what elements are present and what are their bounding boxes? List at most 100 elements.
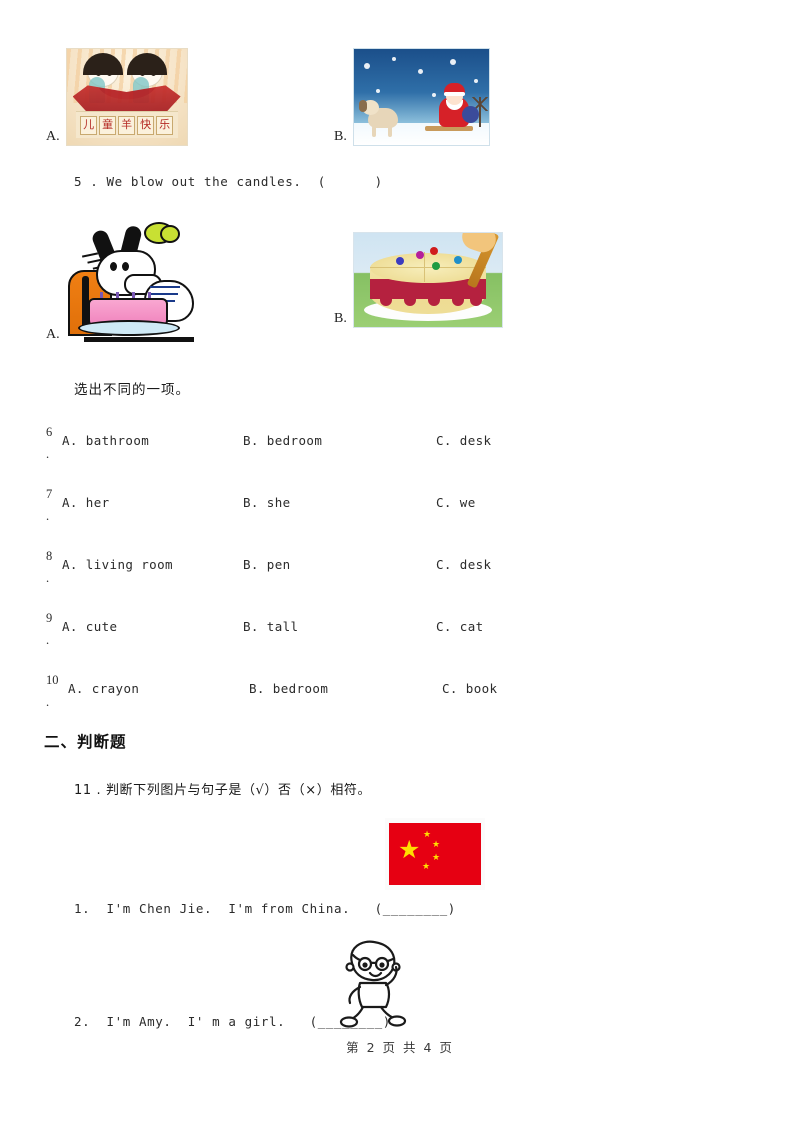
mc-option-a[interactable]: A. bathroom — [62, 433, 149, 448]
mc-row-10[interactable]: 10 . A. crayon B. bedroom C. book — [0, 673, 800, 709]
goofy-eye-left — [109, 262, 117, 271]
worksheet-page: A. 儿 童 羊 快 乐 B. 5 . We blow out the cand… — [0, 0, 800, 1132]
china-flag-image: ★ ★ ★ ★ ★ — [385, 818, 485, 890]
option-b-label: B. — [334, 311, 347, 326]
question11-text: 11 . 判断下列图片与句子是（√）否（×）相符。 — [74, 783, 372, 798]
mc-option-a[interactable]: A. cute — [62, 619, 117, 634]
question5-text: 5 . We blow out the candles. ( ) — [74, 174, 383, 189]
snowflake — [391, 57, 396, 61]
icing-drip — [451, 294, 464, 306]
question5-option-a[interactable]: A. — [46, 220, 196, 342]
motion-lines — [81, 252, 98, 258]
cake-being-cut-image — [352, 232, 503, 328]
card-glyph-4: 快 — [137, 115, 155, 135]
question4-option-b[interactable]: B. — [334, 48, 490, 146]
question-number: 8 — [46, 549, 53, 563]
mc-option-b[interactable]: B. she — [243, 495, 291, 510]
snowflake — [363, 63, 370, 69]
cake-berry — [395, 257, 404, 265]
question-number: 6 — [46, 425, 53, 439]
mc-option-c[interactable]: C. desk — [436, 433, 491, 448]
section-two-heading: 二、判断题 — [44, 733, 127, 751]
card-character-banner: 儿 童 羊 快 乐 — [75, 111, 178, 138]
dog-leg — [387, 126, 392, 137]
mc-option-b[interactable]: B. bedroom — [243, 433, 322, 448]
boy-pupil-left — [362, 962, 368, 968]
question-dot: . — [46, 695, 50, 709]
snowflake — [431, 93, 436, 97]
cut-line — [369, 267, 486, 268]
judge-item-1-sentence: 1. I'm Chen Jie. I'm from China. (______… — [74, 901, 456, 916]
page-footer: 第 2 页 共 4 页 — [346, 1040, 454, 1055]
mc-option-b[interactable]: B. tall — [243, 619, 298, 634]
flag-star-small: ★ — [423, 830, 432, 840]
cut-line — [423, 252, 425, 282]
card-glyph-2: 童 — [99, 115, 117, 135]
card-glyph-5: 乐 — [156, 115, 174, 135]
mc-row-7[interactable]: 7 . A. her B. she C. we — [0, 487, 800, 523]
flag-star-small: ★ — [422, 862, 431, 872]
mc-option-c[interactable]: C. book — [442, 681, 497, 696]
winter-tree — [469, 97, 489, 127]
card-glyph-3: 羊 — [118, 115, 136, 135]
boy-ear-left — [345, 962, 355, 972]
question-dot: . — [46, 633, 50, 647]
goofy-eye-right — [121, 262, 129, 271]
flag-star-large: ★ — [398, 835, 421, 864]
santa-sack — [461, 106, 479, 123]
mc-option-a[interactable]: A. crayon — [68, 681, 139, 696]
goofy-blowing-candles-image — [65, 220, 196, 342]
flag-of-china: ★ ★ ★ ★ ★ — [389, 823, 481, 885]
question4-option-a[interactable]: A. 儿 童 羊 快 乐 — [46, 48, 188, 146]
question5-option-b[interactable]: B. — [334, 232, 503, 328]
snowflake — [473, 79, 478, 83]
chinese-new-year-card-image: 儿 童 羊 快 乐 — [65, 48, 188, 146]
snowflake — [417, 69, 423, 74]
option-b-label: B. — [334, 129, 347, 144]
dog-leg — [371, 126, 376, 137]
mc-option-a[interactable]: A. her — [62, 495, 110, 510]
question-number: 10 — [46, 673, 59, 687]
snowflake — [449, 59, 456, 65]
icing-drip — [379, 294, 392, 306]
boy-torso — [357, 981, 391, 1009]
hand — [458, 233, 500, 256]
icing-drip — [403, 294, 416, 306]
santa-sleigh-image — [352, 48, 490, 146]
cake-cherry — [429, 247, 438, 255]
cake-berry — [431, 262, 440, 270]
boy-pupil-right — [379, 962, 385, 968]
green-bow — [143, 222, 180, 244]
santa-hat — [443, 83, 465, 96]
question-number: 7 — [46, 487, 53, 501]
mc-row-9[interactable]: 9 . A. cute B. tall C. cat — [0, 611, 800, 647]
blown-air-lines — [149, 286, 180, 288]
question-dot: . — [46, 509, 50, 523]
instruction-choose-different: 选出不同的一项。 — [74, 382, 190, 398]
boy-shoe-right — [387, 1015, 407, 1027]
mc-row-6[interactable]: 6 . A. bathroom B. bedroom C. desk — [0, 425, 800, 461]
mc-option-c[interactable]: C. we — [436, 495, 476, 510]
mc-row-8[interactable]: 8 . A. living room B. pen C. desk — [0, 549, 800, 585]
cake-berry — [453, 256, 462, 264]
cake-plate — [77, 320, 180, 336]
mc-option-c[interactable]: C. desk — [436, 557, 491, 572]
black-baseline-bar — [83, 337, 194, 342]
flag-star-small: ★ — [432, 853, 441, 863]
icing-drip — [469, 294, 482, 306]
icing-drip — [427, 294, 440, 306]
question-dot: . — [46, 571, 50, 585]
flag-star-small: ★ — [432, 840, 441, 850]
mc-option-b[interactable]: B. pen — [243, 557, 291, 572]
dog-ear — [358, 100, 367, 112]
cake-berry — [415, 251, 424, 259]
snowflake — [375, 89, 380, 93]
mc-option-c[interactable]: C. cat — [436, 619, 484, 634]
card-glyph-1: 儿 — [80, 115, 98, 135]
judge-item-2-sentence: 2. I'm Amy. I' m a girl. (________) — [74, 1014, 391, 1029]
question-number: 9 — [46, 611, 53, 625]
option-a-label: A. — [46, 129, 60, 144]
mc-option-b[interactable]: B. bedroom — [249, 681, 328, 696]
question-dot: . — [46, 447, 50, 461]
mc-option-a[interactable]: A. living room — [62, 557, 173, 572]
